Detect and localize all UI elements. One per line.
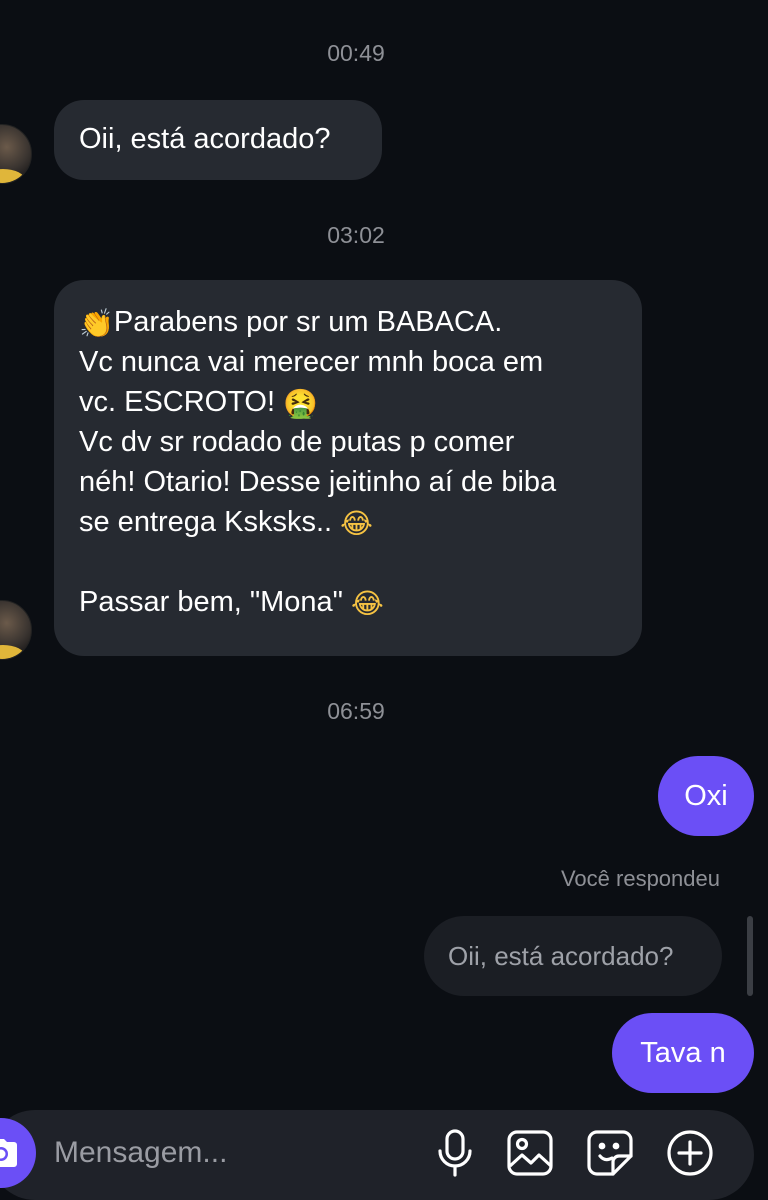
message-spacer <box>79 542 617 582</box>
add-button[interactable] <box>665 1128 715 1178</box>
incoming-message-bubble[interactable]: 👏Parabens por sr um BABACA. Vc nunca vai… <box>54 280 642 656</box>
add-icon <box>666 1129 714 1177</box>
microphone-icon <box>435 1129 475 1177</box>
message-line: se entrega Ksksks.. 😂 <box>79 506 373 540</box>
message-text: Oxi <box>684 780 728 812</box>
message-timestamp: 03:02 <box>327 222 385 248</box>
message-text: Tava n <box>640 1037 726 1069</box>
message-text: Oii, está acordado? <box>79 123 331 155</box>
message-input[interactable] <box>54 1131 414 1175</box>
image-icon <box>507 1130 553 1176</box>
sender-avatar[interactable] <box>0 124 32 184</box>
tears-of-joy-emoji: 😂 <box>340 507 373 540</box>
incoming-message-bubble[interactable]: Oii, está acordado? <box>54 100 382 180</box>
message-line: vc. ESCROTO! 🤮 <box>79 386 318 420</box>
camera-icon <box>0 1138 18 1168</box>
message-line: néh! Otario! Desse jeitinho aí de biba <box>79 466 557 498</box>
scrollbar[interactable] <box>747 916 753 996</box>
message-line: Vc dv sr rodado de putas p comer <box>79 426 515 458</box>
message-timestamp: 00:49 <box>327 40 385 66</box>
clapping-hands-emoji: 👏 <box>79 307 114 340</box>
vomiting-face-emoji: 🤮 <box>283 387 318 420</box>
outgoing-message-bubble[interactable]: Oxi <box>658 756 754 836</box>
quoted-message-bubble[interactable]: Oii, está acordado? <box>424 916 722 996</box>
gallery-button[interactable] <box>505 1128 555 1178</box>
tears-of-joy-emoji: 😂 <box>351 587 384 620</box>
sender-avatar[interactable] <box>0 600 32 660</box>
quoted-message-text: Oii, está acordado? <box>448 941 674 971</box>
microphone-button[interactable] <box>430 1128 480 1178</box>
reply-label: Você respondeu <box>560 866 720 891</box>
message-line: 👏Parabens por sr um BABACA. <box>79 306 503 340</box>
message-line: Vc nunca vai merecer mnh boca em <box>79 346 544 378</box>
outgoing-message-bubble[interactable]: Tava n <box>612 1013 754 1093</box>
message-timestamp: 06:59 <box>327 698 385 724</box>
message-line: Passar bem, "Mona" 😂 <box>79 586 384 620</box>
sticker-icon <box>587 1130 633 1176</box>
chat-screen: { "timestamps": ["00:49", "03:02", "06:5… <box>0 0 768 1200</box>
sticker-button[interactable] <box>585 1128 635 1178</box>
